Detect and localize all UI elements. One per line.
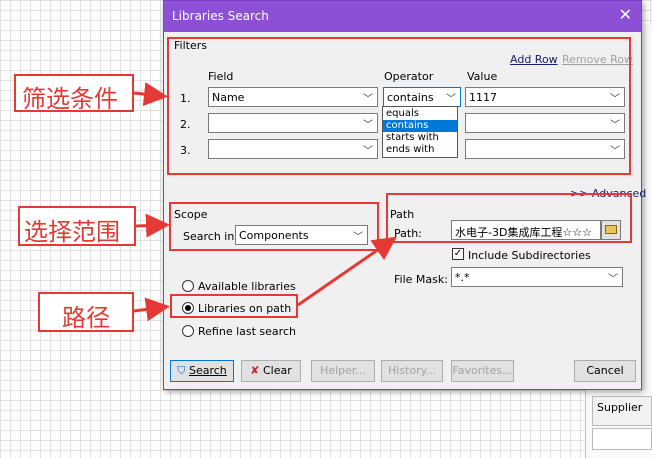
filters-highlight-box [167, 37, 631, 175]
filter-icon: ⛉ [177, 364, 186, 377]
history-button[interactable]: History... [381, 360, 443, 382]
path-radio-arrow [133, 297, 170, 322]
clear-button-label: Clear [262, 364, 292, 377]
available-libraries-label[interactable]: Available libraries [198, 280, 296, 293]
chevron-down-icon: ﹀ [608, 274, 618, 285]
path-annotation-box: 路径 [38, 292, 134, 332]
path-annotation: 路径 [62, 304, 110, 332]
search-button[interactable]: ⛉ Search [170, 360, 234, 382]
refine-last-search-label[interactable]: Refine last search [198, 325, 296, 338]
scope-highlight-box [169, 202, 379, 251]
favorites-button[interactable]: Favorites... [451, 360, 514, 382]
file-mask-select[interactable]: *.* ﹀ [451, 267, 623, 287]
cancel-button[interactable]: Cancel [574, 360, 636, 382]
libraries-on-path-highlight-box [170, 294, 298, 318]
include-subdirectories-label[interactable]: Include Subdirectories [468, 249, 591, 262]
clear-icon: ✘ [250, 364, 260, 377]
scope-annotation: 选择范围 [24, 218, 120, 246]
search-button-label: Search [188, 364, 227, 377]
dialog-titlebar[interactable]: Libraries Search ✕ [164, 1, 641, 32]
helper-button[interactable]: Helper... [311, 360, 375, 382]
file-mask-label: File Mask: [394, 273, 448, 286]
scope-annotation-box: 选择范围 [18, 206, 136, 246]
filters-annotation: 筛选条件 [22, 85, 118, 113]
file-mask-value: *.* [455, 271, 470, 284]
scope-arrow [135, 213, 170, 238]
supplier-label: Supplier [597, 401, 643, 414]
available-libraries-radio[interactable] [182, 280, 194, 292]
path-highlight-box [386, 193, 632, 243]
filters-annotation-box: 筛选条件 [14, 74, 134, 113]
clear-button[interactable]: ✘ Clear [241, 360, 301, 382]
supplier-column-header[interactable]: Supplier [592, 396, 652, 426]
close-icon[interactable]: ✕ [619, 6, 632, 24]
dialog-title: Libraries Search [172, 9, 269, 23]
supplier-cell[interactable] [592, 428, 652, 450]
refine-last-search-radio[interactable] [182, 325, 194, 337]
filters-arrow [133, 82, 168, 107]
include-subdirectories-checkbox[interactable]: ✓ [452, 248, 464, 260]
